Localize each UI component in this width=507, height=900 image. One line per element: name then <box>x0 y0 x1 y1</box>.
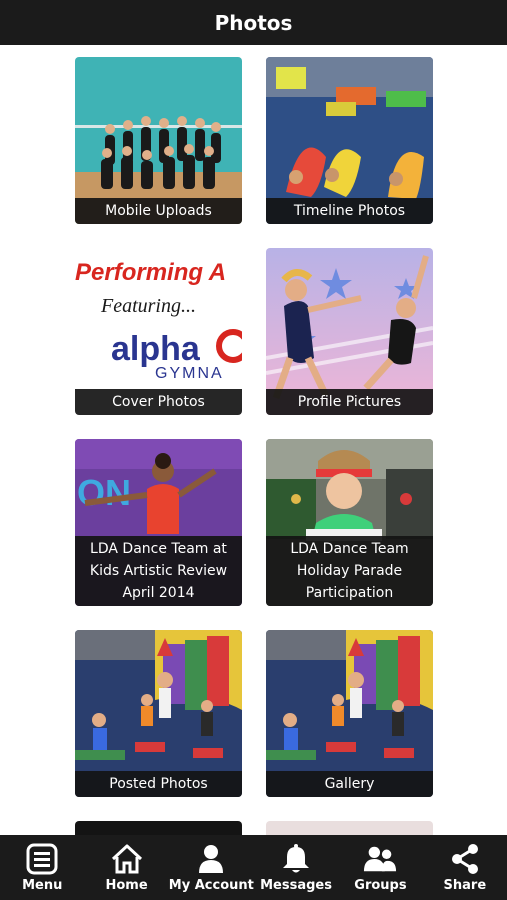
tab-menu[interactable]: Menu <box>0 835 84 900</box>
tab-my-account[interactable]: My Account <box>169 835 254 900</box>
album-tile-posted-photos[interactable]: Posted Photos <box>75 630 242 797</box>
album-tile-cover-photos[interactable]: Performing A Featuring... alpha GYMNA Co… <box>75 248 242 415</box>
bottom-tab-bar: Menu Home My Account Messages Groups Sha… <box>0 835 507 900</box>
tab-messages[interactable]: Messages <box>254 835 338 900</box>
album-caption: Cover Photos <box>75 389 242 415</box>
album-caption: Profile Pictures <box>266 389 433 415</box>
tab-label: My Account <box>168 878 254 893</box>
tab-label: Share <box>443 878 487 893</box>
tab-label: Messages <box>260 878 332 893</box>
thumb-stage-text: ON <box>77 472 131 513</box>
album-tile-kids-artistic-review[interactable]: ON LDA Dance Team at Kids Artistic Revie… <box>75 439 242 606</box>
tab-share[interactable]: Share <box>423 835 507 900</box>
thumb-alpha-text: alpha <box>111 330 201 368</box>
app-header: Photos <box>0 0 507 45</box>
album-caption: LDA Dance Team at Kids Artistic Review A… <box>75 536 242 606</box>
home-icon <box>110 843 144 875</box>
album-tile-profile-pictures[interactable]: Profile Pictures <box>266 248 433 415</box>
share-icon <box>448 843 482 875</box>
thumb-gymna-text: GYMNA <box>155 365 224 382</box>
bell-icon <box>279 843 313 875</box>
group-icon <box>363 843 397 875</box>
album-tile-mobile-uploads[interactable]: Mobile Uploads <box>75 57 242 224</box>
album-caption: Timeline Photos <box>266 198 433 224</box>
thumb-featuring-text: Featuring... <box>100 295 196 317</box>
user-icon <box>194 843 228 875</box>
album-tile-timeline-photos[interactable]: Timeline Photos <box>266 57 433 224</box>
page-title: Photos <box>214 10 293 35</box>
album-tile-partial[interactable] <box>75 821 242 835</box>
album-caption: Posted Photos <box>75 771 242 797</box>
album-grid: Mobile Uploads Timeline Photos Performin… <box>0 45 507 835</box>
thumb-brand-text: Performing A <box>75 259 226 286</box>
tab-groups[interactable]: Groups <box>338 835 422 900</box>
tab-label: Home <box>105 878 148 893</box>
menu-icon <box>25 843 59 875</box>
tab-home[interactable]: Home <box>84 835 168 900</box>
tab-label: Groups <box>354 878 407 893</box>
album-tile-gallery[interactable]: Gallery <box>266 630 433 797</box>
album-tile-holiday-parade[interactable]: LDA Dance Team Holiday Parade Participat… <box>266 439 433 606</box>
album-tile-partial[interactable] <box>266 821 433 835</box>
album-caption: LDA Dance Team Holiday Parade Participat… <box>266 536 433 606</box>
album-caption: Mobile Uploads <box>75 198 242 224</box>
album-caption: Gallery <box>266 771 433 797</box>
tab-label: Menu <box>22 878 63 893</box>
